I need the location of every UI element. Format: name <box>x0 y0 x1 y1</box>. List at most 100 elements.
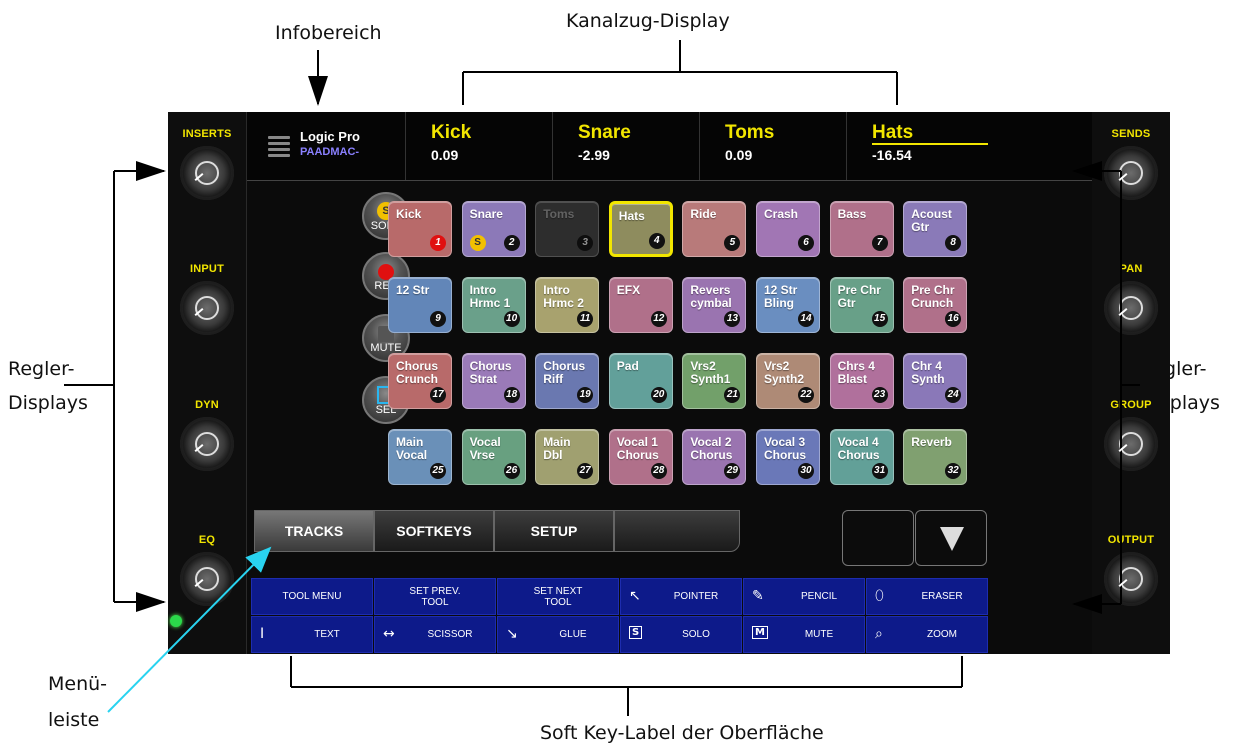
track-button[interactable]: Intro Hrmc 2 11 <box>535 277 600 333</box>
callout-menu: Menü- leiste <box>48 673 108 731</box>
tab-setup[interactable]: SETUP <box>494 510 614 552</box>
track-button[interactable]: Pad 20 <box>608 353 673 409</box>
callout-regler-left: Regler- Displays <box>8 358 88 414</box>
track-button[interactable]: Vocal Vrse 26 <box>461 429 526 485</box>
track-button[interactable]: Vocal 4 Chorus 31 <box>829 429 894 485</box>
track-name: Intro Hrmc 1 <box>469 283 511 310</box>
track-button[interactable]: Vocal 2 Chorus 29 <box>682 429 747 485</box>
track-number: 2 <box>503 235 520 251</box>
track-button[interactable]: 12 Str 9 <box>388 277 452 333</box>
track-button[interactable]: 12 Str Bling 14 <box>756 277 820 333</box>
softkey-button[interactable]: ↖ POINTER <box>620 578 742 615</box>
softkey-button[interactable]: SET NEXT TOOL <box>497 578 619 615</box>
softkey-button[interactable]: TOOL MENU <box>251 578 373 615</box>
track-number: 11 <box>577 311 594 327</box>
track-button[interactable]: Reverb 32 <box>903 429 968 485</box>
track-button[interactable]: Toms 3 <box>535 201 600 257</box>
softkey-label: ZOOM <box>927 629 957 640</box>
track-name: Chorus Strat <box>469 359 512 386</box>
track-button[interactable]: Snare S 2 <box>461 201 526 257</box>
track-button[interactable]: Vrs2 Synth2 22 <box>756 353 820 409</box>
knob-dyn[interactable]: DYN <box>168 399 246 471</box>
knob-sends-icon[interactable] <box>1104 146 1158 200</box>
knob-inserts-icon[interactable] <box>180 146 234 200</box>
knob-output[interactable]: OUTPUT <box>1092 534 1170 606</box>
channel-value: 0.09 <box>725 147 753 163</box>
knob-output-icon[interactable] <box>1104 552 1158 606</box>
softkey-button[interactable]: ⬯ ERASER <box>866 578 988 615</box>
knob-eq[interactable]: EQ <box>168 534 246 606</box>
page-blank-button[interactable] <box>842 510 914 566</box>
softkey-button[interactable]: I TEXT <box>251 616 373 653</box>
track-name: Main Vocal <box>396 435 428 462</box>
track-number: 31 <box>871 463 888 479</box>
softkey-button[interactable]: SET PREV. TOOL <box>374 578 496 615</box>
track-name: Pad <box>616 359 639 373</box>
host-name: PAADMAC- <box>300 146 360 158</box>
channel-name: Hats <box>872 122 914 143</box>
softkey-label: TEXT <box>314 629 340 640</box>
softkey-button[interactable]: M MUTE <box>743 616 865 653</box>
track-button[interactable]: Revers cymbal 13 <box>682 277 747 333</box>
track-button[interactable]: Acoust Gtr 8 <box>903 201 968 257</box>
knob-group-icon[interactable] <box>1104 417 1158 471</box>
pencil-icon: ✎ <box>752 588 764 604</box>
softkey-button[interactable]: S SOLO <box>620 616 742 653</box>
softkey-button[interactable]: ⌕ ZOOM <box>866 616 988 653</box>
track-number: 15 <box>871 311 888 327</box>
track-name: 12 Str <box>396 283 430 297</box>
track-button[interactable]: Main Vocal 25 <box>388 429 452 485</box>
track-button[interactable]: Pre Chr Crunch 16 <box>903 277 968 333</box>
track-button[interactable]: Vrs2 Synth1 21 <box>682 353 747 409</box>
knob-inserts[interactable]: INSERTS <box>168 128 246 200</box>
knob-pan-icon[interactable] <box>1104 281 1158 335</box>
knob-input[interactable]: INPUT <box>168 263 246 335</box>
track-number: 14 <box>798 311 814 327</box>
softkey-label: SCISSOR <box>427 629 473 640</box>
selected-channel-underline <box>872 143 988 145</box>
track-button[interactable]: Chrs 4 Blast 23 <box>829 353 894 409</box>
track-button[interactable]: Hats 4 <box>608 201 673 257</box>
softkey-button[interactable]: ↘ GLUE <box>497 616 619 653</box>
track-button[interactable]: Chorus Riff 19 <box>535 353 600 409</box>
track-button[interactable]: Vocal 3 Chorus 30 <box>756 429 820 485</box>
track-button[interactable]: Kick 1 <box>388 201 452 257</box>
knob-pan[interactable]: PAN <box>1092 263 1170 335</box>
track-button[interactable]: Chorus Strat 18 <box>461 353 526 409</box>
track-name: Main Dbl <box>543 435 571 462</box>
knob-label-dyn: DYN <box>195 399 219 411</box>
track-button[interactable]: EFX 12 <box>608 277 673 333</box>
page-down-button[interactable] <box>915 510 987 566</box>
track-button[interactable]: Crash 6 <box>756 201 820 257</box>
softkey-button[interactable]: ✎ PENCIL <box>743 578 865 615</box>
solo-tool-icon: S <box>629 626 643 639</box>
track-name: Bass <box>837 207 867 221</box>
knob-input-icon[interactable] <box>180 281 234 335</box>
tab-softkeys[interactable]: SOFTKEYS <box>374 510 494 552</box>
track-button[interactable]: Main Dbl 27 <box>535 429 600 485</box>
knob-dyn-icon[interactable] <box>180 417 234 471</box>
track-number: 27 <box>577 463 594 479</box>
callout-infobereich: Infobereich <box>275 22 382 44</box>
tab-empty[interactable] <box>614 510 740 552</box>
track-button[interactable]: Intro Hrmc 1 10 <box>461 277 526 333</box>
knob-sends[interactable]: SENDS <box>1092 128 1170 200</box>
knob-eq-icon[interactable] <box>180 552 234 606</box>
track-name: Hats <box>618 209 645 223</box>
track-number: 12 <box>650 311 667 327</box>
track-number: 4 <box>648 233 665 249</box>
track-number: 28 <box>650 463 667 479</box>
channel-name: Toms <box>725 122 775 143</box>
softkey-button[interactable]: ↔ SCISSOR <box>374 616 496 653</box>
track-name: Snare <box>469 207 503 221</box>
track-name: Ride <box>690 207 717 221</box>
tab-tracks[interactable]: TRACKS <box>254 510 374 552</box>
track-button[interactable]: Pre Chr Gtr 15 <box>829 277 894 333</box>
track-button[interactable]: Ride 5 <box>682 201 747 257</box>
track-button[interactable]: Chr 4 Synth 24 <box>903 353 968 409</box>
track-button[interactable]: Vocal 1 Chorus 28 <box>608 429 673 485</box>
right-knob-column: SENDS PAN GROUP OUTPUT <box>1091 112 1170 654</box>
track-button[interactable]: Bass 7 <box>829 201 894 257</box>
track-button[interactable]: Chorus Crunch 17 <box>388 353 452 409</box>
knob-group[interactable]: GROUP <box>1092 399 1170 471</box>
